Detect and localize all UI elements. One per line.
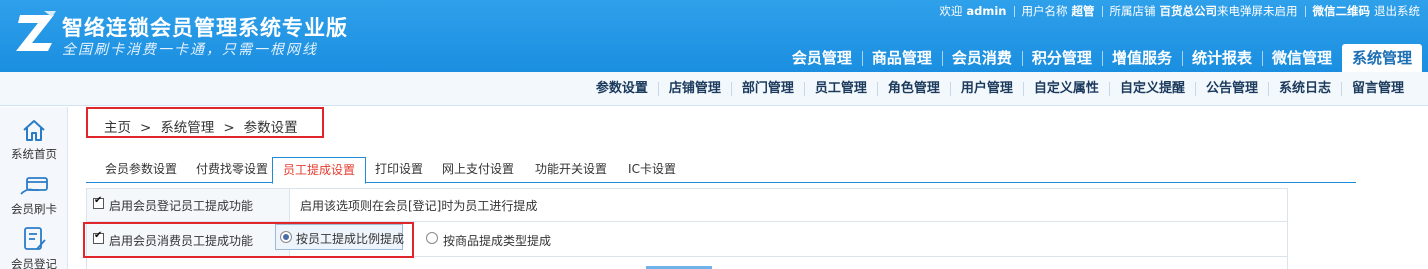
breadcrumb: 主页 > 系统管理 > 参数设置: [104, 116, 298, 136]
app-title: 智络连锁会员管理系统专业版: [62, 16, 348, 40]
sidebar-item-home[interactable]: 系统首页: [0, 117, 68, 162]
main-nav-member[interactable]: 会员管理: [782, 44, 862, 72]
sub-nav-stores[interactable]: 店铺管理: [657, 82, 731, 96]
divider: [1013, 5, 1015, 17]
call-popup-status[interactable]: 来电弹屏未启用: [1217, 3, 1298, 19]
divider: [1304, 5, 1306, 17]
sub-nav: 参数设置 店铺管理 部门管理 员工管理 角色管理 用户管理 自定义属性 自定义提…: [0, 72, 1428, 106]
main-nav-reports[interactable]: 统计报表: [1181, 44, 1262, 72]
breadcrumb-home[interactable]: 主页: [104, 120, 131, 136]
sidebar-item-label: 会员刷卡: [11, 202, 57, 216]
store-label: 所属店铺: [1109, 4, 1156, 18]
app-slogan: 全国刷卡消费一卡通，只需一根网线: [62, 42, 318, 58]
sub-nav-users[interactable]: 用户管理: [949, 82, 1023, 96]
main-nav-consume[interactable]: 会员消费: [941, 44, 1022, 72]
current-user: admin: [966, 4, 1007, 18]
tab-member-params[interactable]: 会员参数设置: [96, 157, 186, 183]
breadcrumb-highlight: 主页 > 系统管理 > 参数设置: [86, 107, 324, 138]
consume-commission-highlight: [83, 222, 414, 258]
divider: [1101, 5, 1103, 17]
radio-by-product-type-label[interactable]: 按商品提成类型提成: [443, 232, 551, 249]
register-commission-description: 启用该选项则在会员[登记]时为员工进行提成: [300, 199, 538, 213]
user-name: 超管: [1071, 4, 1095, 18]
main-nav-points[interactable]: 积分管理: [1021, 44, 1102, 72]
store-name: 百货总公司: [1159, 4, 1218, 18]
sub-nav-messages[interactable]: 留言管理: [1340, 82, 1414, 96]
radio-by-product-type[interactable]: [426, 232, 438, 244]
sub-nav-params[interactable]: 参数设置: [586, 82, 658, 96]
main-nav-wechat[interactable]: 微信管理: [1261, 44, 1342, 72]
sidebar-item-label: 会员登记: [11, 257, 57, 269]
welcome-text: 欢迎: [939, 4, 963, 18]
row-label-cell: 启用会员登记员工提成功能: [87, 189, 290, 221]
sidebar-item-register[interactable]: 会员登记: [0, 225, 68, 269]
sub-nav-custom-reminders[interactable]: 自定义提醒: [1108, 82, 1195, 96]
main-nav-system[interactable]: 系统管理: [1341, 44, 1422, 72]
sub-nav-roles[interactable]: 角色管理: [876, 82, 950, 96]
sidebar-item-label: 系统首页: [11, 147, 57, 161]
left-sidebar: 系统首页 会员刷卡 会员登记: [0, 107, 68, 269]
user-info-bar: 欢迎 admin 用户名称 超管 所属店铺 百货总公司 来电弹屏未启用 微信二维…: [939, 3, 1420, 19]
sub-nav-announcements[interactable]: 公告管理: [1194, 82, 1268, 96]
sidebar-item-card-swipe[interactable]: 会员刷卡: [0, 176, 68, 217]
tab-feature-switches[interactable]: 功能开关设置: [526, 157, 616, 183]
breadcrumb-current: 参数设置: [243, 120, 298, 136]
app-header: 智络连锁会员管理系统专业版 全国刷卡消费一卡通，只需一根网线 欢迎 admin …: [0, 0, 1428, 72]
sub-nav-departments[interactable]: 部门管理: [730, 82, 804, 96]
wechat-qr-link[interactable]: 微信二维码: [1313, 3, 1371, 19]
breadcrumb-system[interactable]: 系统管理: [160, 120, 214, 136]
sub-nav-custom-attrs[interactable]: 自定义属性: [1022, 82, 1109, 96]
table-row: 启用会员登记员工提成功能 启用该选项则在会员[登记]时为员工进行提成: [87, 189, 1287, 222]
tab-payment-change[interactable]: 付费找零设置: [186, 157, 278, 183]
tab-ic-card[interactable]: IC卡设置: [616, 157, 688, 183]
user-name-label: 用户名称: [1021, 4, 1068, 18]
register-icon: [24, 227, 46, 250]
home-icon: [23, 120, 45, 141]
sub-nav-system-log[interactable]: 系统日志: [1267, 82, 1341, 96]
sub-nav-employees[interactable]: 员工管理: [803, 82, 877, 96]
logo-z-icon: [16, 11, 56, 51]
main-nav-product[interactable]: 商品管理: [861, 44, 942, 72]
tab-employee-commission[interactable]: 员工提成设置: [272, 157, 366, 184]
breadcrumb-separator: >: [223, 120, 235, 136]
main-nav: 会员管理 商品管理 会员消费 积分管理 增值服务 统计报表 微信管理 系统管理: [782, 44, 1422, 72]
tab-online-payment[interactable]: 网上支付设置: [436, 157, 520, 183]
main-nav-value-added[interactable]: 增值服务: [1101, 44, 1182, 72]
register-commission-label[interactable]: 启用会员登记员工提成功能: [109, 197, 253, 214]
breadcrumb-separator: >: [140, 120, 152, 136]
logout-link[interactable]: 退出系统: [1374, 3, 1420, 19]
settings-tabs: 会员参数设置 付费找零设置 员工提成设置 打印设置 网上支付设置 功能开关设置 …: [86, 157, 1356, 184]
register-commission-checkbox[interactable]: [93, 195, 104, 209]
tab-print[interactable]: 打印设置: [368, 157, 430, 183]
card-swipe-icon: [20, 177, 48, 195]
